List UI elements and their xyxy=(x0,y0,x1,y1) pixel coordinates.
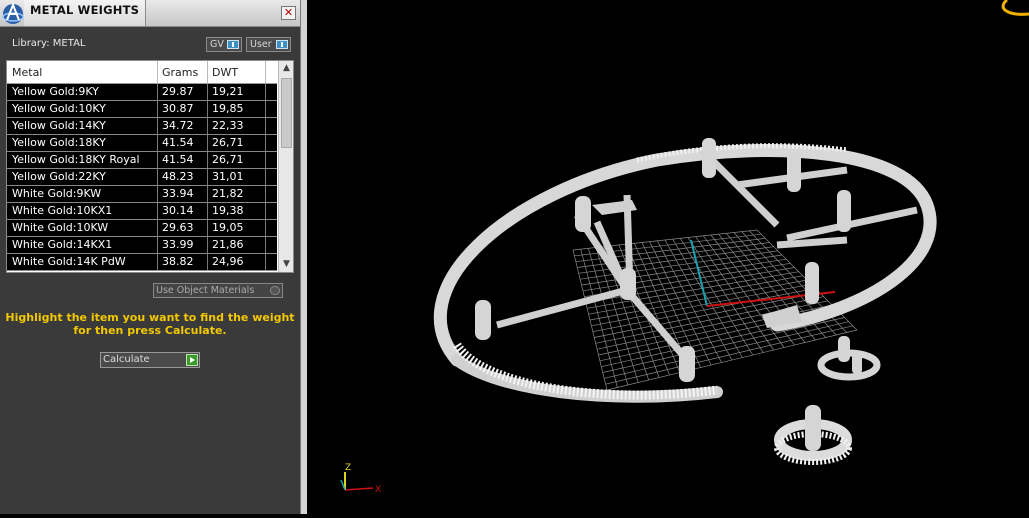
user-label: User xyxy=(250,39,272,50)
metal-name-cell: Yellow Gold:9KY xyxy=(12,85,99,98)
toggle-indicator-icon xyxy=(227,40,239,49)
scroll-down-icon[interactable]: ▼ xyxy=(279,257,293,272)
table-row[interactable]: Yellow Gold:18KY Royal 41.54 26,71 xyxy=(7,152,277,169)
header-grams[interactable]: Grams xyxy=(162,66,198,79)
metal-name-cell: White Gold:9KW xyxy=(12,187,102,200)
metal-weights-panel: METAL WEIGHTS ✕ Library: METAL GV User M… xyxy=(0,0,300,514)
grams-cell: 30.87 xyxy=(162,102,194,115)
instructions-text: Highlight the item you want to find the … xyxy=(0,311,300,337)
checkbox-icon[interactable] xyxy=(270,286,280,295)
metal-name-cell: Yellow Gold:22KY xyxy=(12,170,106,183)
app-logo-icon xyxy=(2,2,24,24)
grams-cell: 41.54 xyxy=(162,136,194,149)
table-row[interactable]: White Gold:14K PdW 38.82 24,96 xyxy=(7,254,277,271)
table-row[interactable]: Yellow Gold:14KY 34.72 22,33 xyxy=(7,118,277,135)
table-row[interactable]: White Gold:14KX1 33.99 21,86 xyxy=(7,237,277,254)
table-body: Yellow Gold:9KY 29.87 19,21 Yellow Gold:10K… xyxy=(7,84,277,271)
metal-name-cell: Yellow Gold:10KY xyxy=(12,102,106,115)
table-row[interactable]: Yellow Gold:9KY 29.87 19,21 xyxy=(7,84,277,101)
table-row[interactable]: White Gold:10KX1 30.14 19,38 xyxy=(7,203,277,220)
viewport-canvas: Z X xyxy=(340,0,1029,495)
grams-cell: 29.63 xyxy=(162,221,194,234)
table-header: Metal Grams DWT xyxy=(7,61,277,84)
table-row[interactable]: Yellow Gold:22KY 48.23 31,01 xyxy=(7,169,277,186)
user-library-button[interactable]: User xyxy=(246,37,291,52)
scroll-thumb[interactable] xyxy=(281,78,292,148)
axis-z-label: Z xyxy=(345,463,351,473)
panel-title: METAL WEIGHTS xyxy=(30,3,140,17)
grams-cell: 48.23 xyxy=(162,170,194,183)
scroll-up-icon[interactable]: ▲ xyxy=(279,61,293,76)
panel-splitter[interactable] xyxy=(300,0,307,514)
dwt-cell: 26,71 xyxy=(212,136,244,149)
metal-name-cell: White Gold:10KW xyxy=(12,221,109,234)
metal-table: Metal Grams DWT Yellow Gold:9KY 29.87 19,2… xyxy=(6,60,294,273)
metal-name-cell: White Gold:10KX1 xyxy=(12,204,113,217)
grams-cell: 33.94 xyxy=(162,187,194,200)
use-object-materials-label: Use Object Materials xyxy=(156,285,255,296)
table-row[interactable]: White Gold:10KW 29.63 19,05 xyxy=(7,220,277,237)
gv-label: GV xyxy=(210,39,224,50)
library-label: Library: METAL xyxy=(12,38,86,49)
instructions-line-1: Highlight the item you want to find the … xyxy=(5,311,295,324)
instructions-line-2: for then press Calculate. xyxy=(73,324,227,337)
dwt-cell: 21,82 xyxy=(212,187,244,200)
header-dwt[interactable]: DWT xyxy=(212,66,238,79)
grams-cell: 38.82 xyxy=(162,255,194,268)
table-row[interactable]: Yellow Gold:18KY 41.54 26,71 xyxy=(7,135,277,152)
panel-titlebar: METAL WEIGHTS ✕ xyxy=(0,0,300,27)
close-icon: ✕ xyxy=(283,6,294,19)
axis-triad-icon: Z X xyxy=(340,463,381,495)
play-arrow-icon xyxy=(186,354,198,366)
close-button[interactable]: ✕ xyxy=(281,6,296,20)
use-object-materials-toggle[interactable]: Use Object Materials xyxy=(153,283,283,298)
grams-cell: 41.54 xyxy=(162,153,194,166)
dwt-cell: 22,33 xyxy=(212,119,244,132)
panel-title-tab[interactable]: METAL WEIGHTS xyxy=(24,0,146,26)
metal-name-cell: White Gold:14KX1 xyxy=(12,238,113,251)
grams-cell: 30.14 xyxy=(162,204,194,217)
header-metal[interactable]: Metal xyxy=(12,66,42,79)
metal-name-cell: Yellow Gold:18KY Royal xyxy=(12,153,140,166)
calculate-label: Calculate xyxy=(103,354,150,365)
grams-cell: 33.99 xyxy=(162,238,194,251)
dwt-cell: 19,05 xyxy=(212,221,244,234)
metal-name-cell: Yellow Gold:14KY xyxy=(12,119,106,132)
dwt-cell: 26,71 xyxy=(212,153,244,166)
dwt-cell: 31,01 xyxy=(212,170,244,183)
table-row[interactable]: Yellow Gold:10KY 30.87 19,85 xyxy=(7,101,277,118)
dwt-cell: 19,21 xyxy=(212,85,244,98)
gumball-corner-icon[interactable] xyxy=(1001,0,1029,16)
dwt-cell: 24,96 xyxy=(212,255,244,268)
table-scrollbar[interactable]: ▲ ▼ xyxy=(278,61,293,272)
grams-cell: 29.87 xyxy=(162,85,194,98)
dwt-cell: 19,85 xyxy=(212,102,244,115)
table-row[interactable]: White Gold:9KW 33.94 21,82 xyxy=(7,186,277,203)
3d-viewport[interactable]: Z X xyxy=(307,0,1029,514)
grams-cell: 34.72 xyxy=(162,119,194,132)
toggle-indicator-icon xyxy=(276,40,288,49)
ring-model xyxy=(433,138,937,465)
dwt-cell: 19,38 xyxy=(212,204,244,217)
metal-name-cell: White Gold:14K PdW xyxy=(12,255,126,268)
metal-name-cell: Yellow Gold:18KY xyxy=(12,136,106,149)
dwt-cell: 21,86 xyxy=(212,238,244,251)
calculate-button[interactable]: Calculate xyxy=(100,352,200,368)
axis-x-label: X xyxy=(375,485,381,495)
gv-library-button[interactable]: GV xyxy=(206,37,242,52)
